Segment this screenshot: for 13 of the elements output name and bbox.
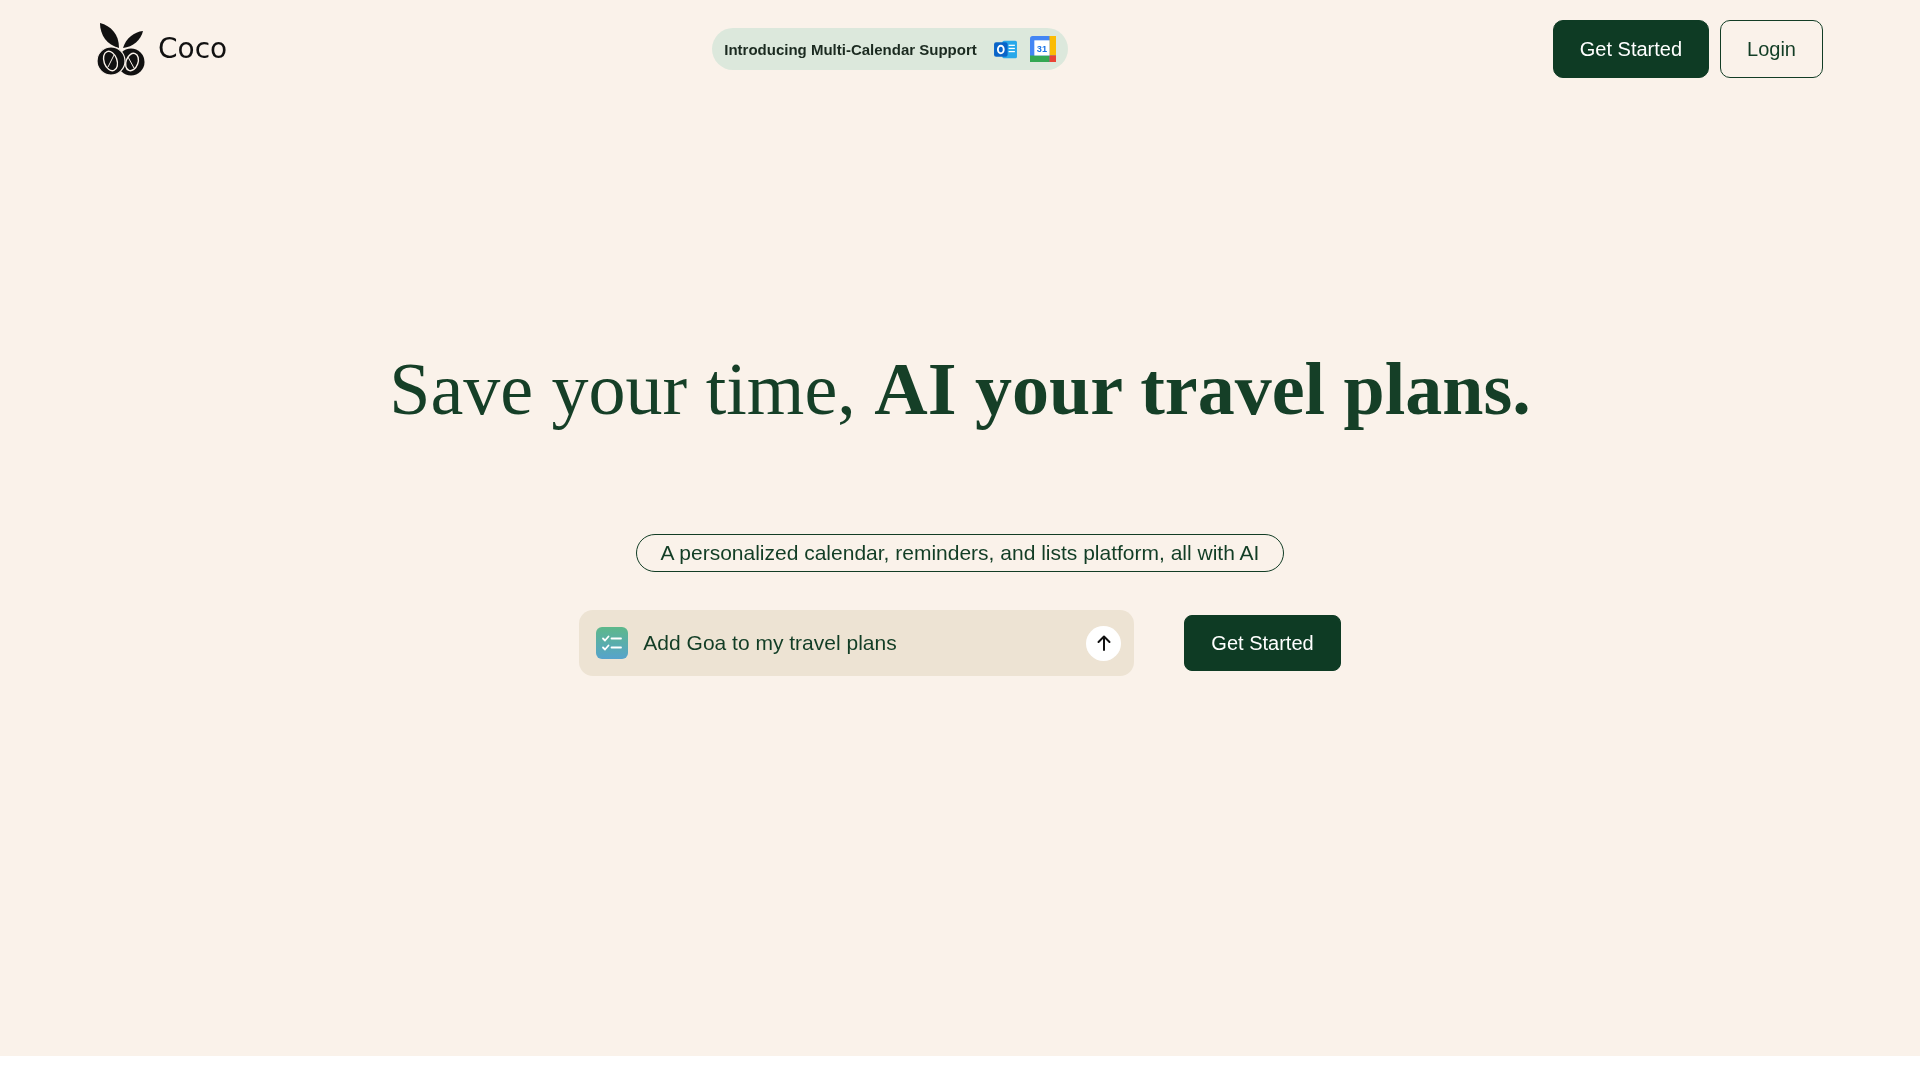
- brand-name: Coco: [158, 32, 228, 66]
- submit-button[interactable]: [1086, 625, 1122, 661]
- get-started-button[interactable]: Get Started: [1184, 615, 1341, 671]
- prompt-field[interactable]: Add Goa to my travel plans: [579, 610, 1135, 676]
- login-button[interactable]: Login: [1720, 20, 1823, 78]
- announcement-link[interactable]: Introducing Multi-Calendar Support 31: [712, 28, 1068, 70]
- calendar-icon: 31: [1029, 36, 1056, 62]
- logo-icon: [96, 22, 146, 76]
- arrow-up-icon: [1096, 635, 1111, 651]
- get-started-button[interactable]: Get Started: [1552, 20, 1710, 78]
- prompt-input[interactable]: Add Goa to my travel plans: [643, 631, 1072, 655]
- checklist-icon: [596, 627, 629, 659]
- headline: Save your time, AI your travel plans.: [389, 347, 1531, 432]
